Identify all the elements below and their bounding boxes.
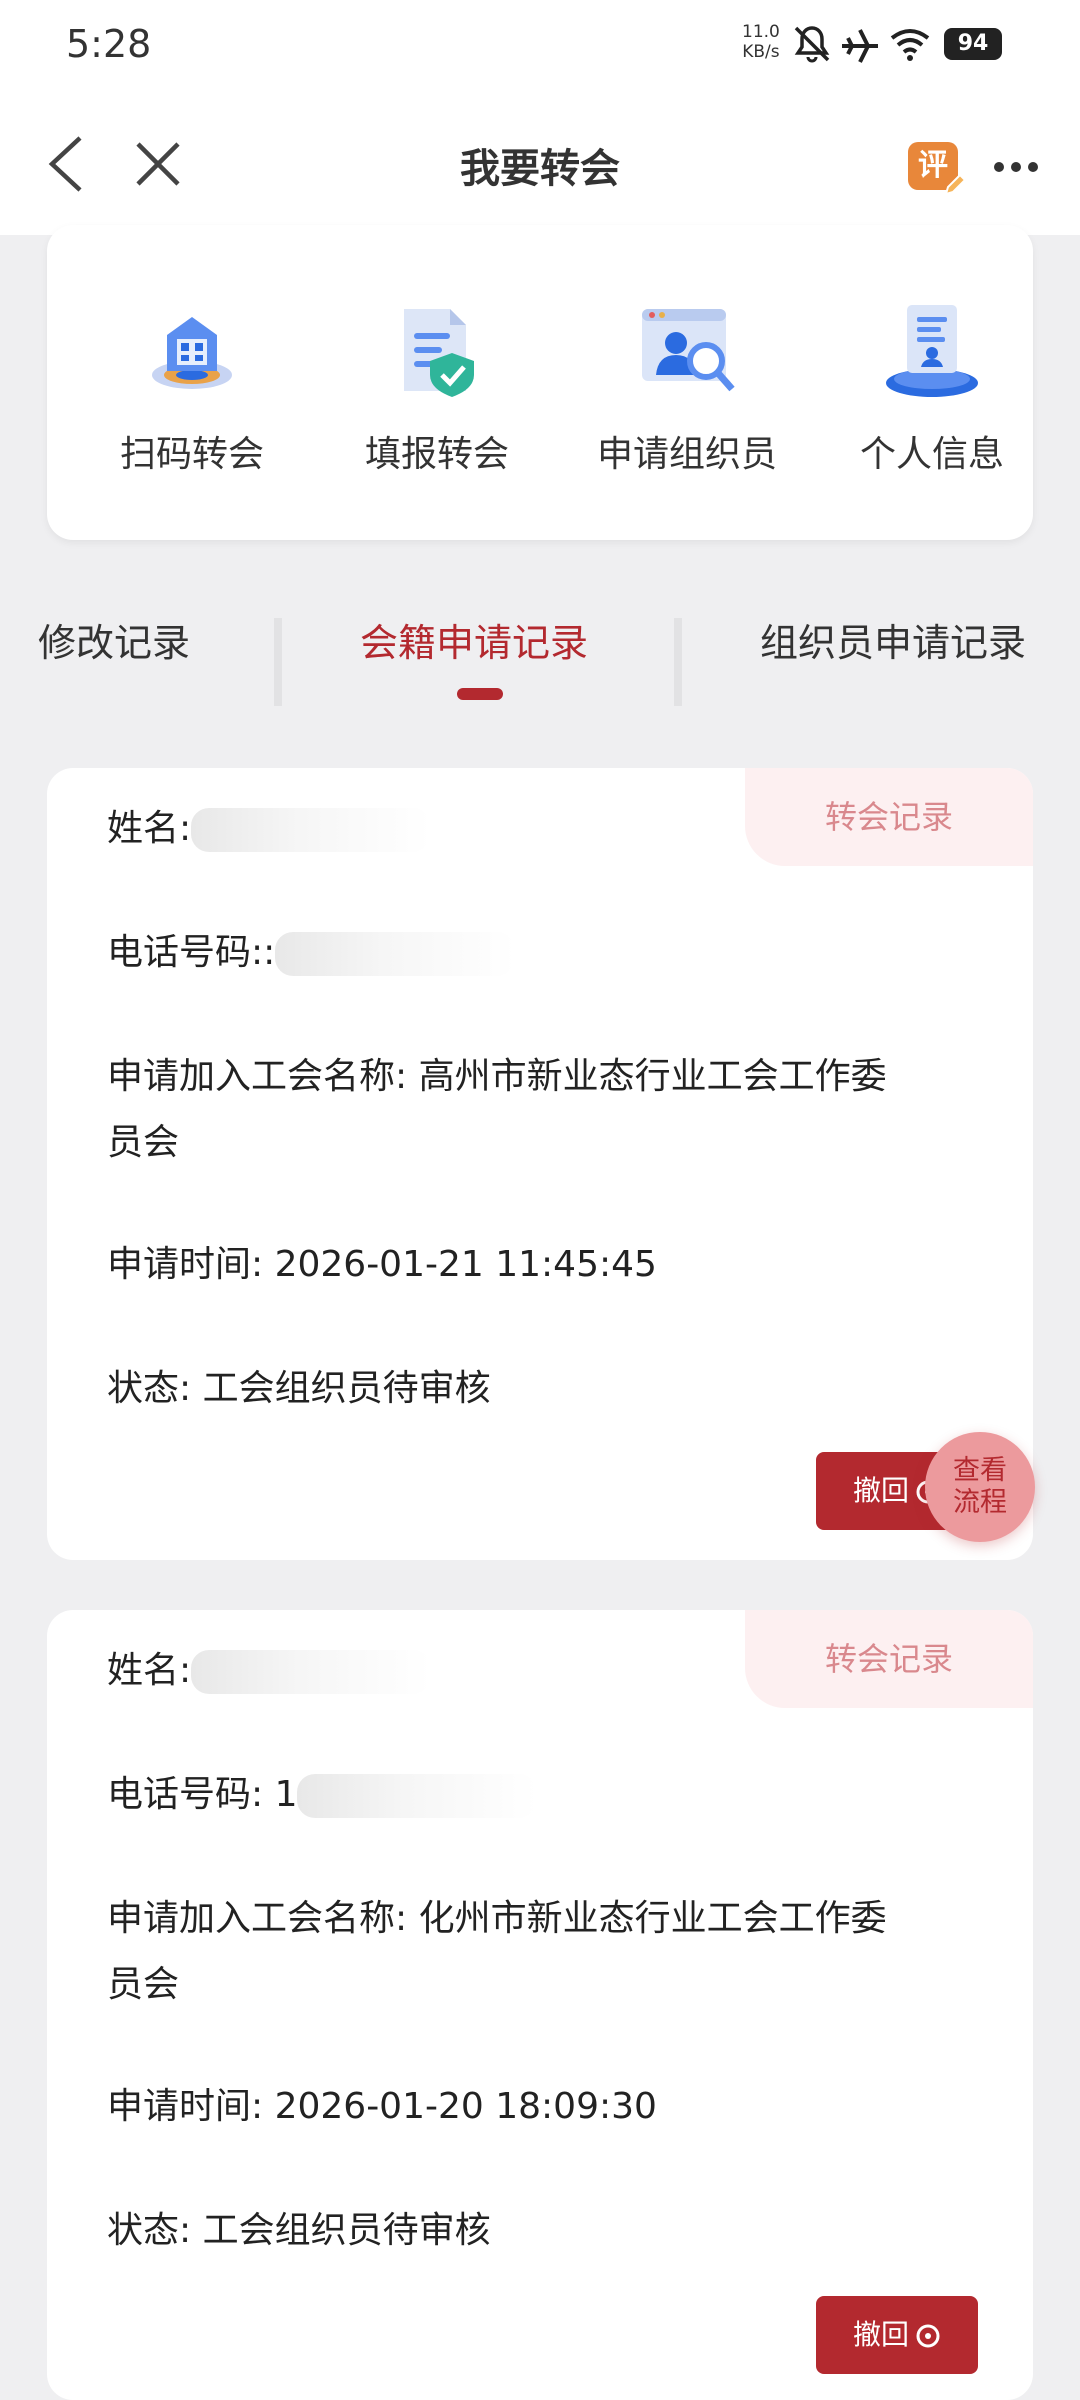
status-bar: 5:28 11.0 KB/s 94 <box>0 0 1080 90</box>
more-options-button[interactable] <box>994 162 1038 176</box>
action-form-transfer[interactable]: 填报转会 <box>327 295 547 510</box>
withdraw-label: 撤回 <box>852 1474 909 1507</box>
union-name-line: 员会 <box>107 1122 180 1163</box>
status-field: 状态: 工会组织员待审核 <box>107 1368 491 1409</box>
status-time: 5:28 <box>66 22 152 66</box>
bell-muted-icon <box>794 26 830 63</box>
name-field: 姓名: <box>107 1638 987 1704</box>
wifi-icon <box>890 29 930 61</box>
organizer-search-icon <box>642 309 735 392</box>
tab-divider <box>274 618 282 706</box>
action-label: 扫码转会 <box>119 434 264 475</box>
action-apply-organizer[interactable]: 申请组织员 <box>577 295 797 510</box>
withdraw-icon <box>916 2324 940 2348</box>
union-name-field: 申请加入工会名称: 高州市新业态行业工会工作委 员会 <box>107 1044 987 1176</box>
record-card: 转会记录 姓名: 电话号码:: 申请加入工会名称: 高州市新业态行业工会工作委 … <box>47 768 1033 1560</box>
redacted-name <box>191 808 432 852</box>
redacted-phone <box>275 932 516 976</box>
network-speed-unit: KB/s <box>742 42 780 62</box>
action-scan-transfer[interactable]: 扫码转会 <box>82 295 302 510</box>
apply-time-field: 申请时间: 2026-01-21 11:45:45 <box>107 1244 657 1285</box>
phone-label: 电话号码:: <box>107 932 276 973</box>
active-tab-indicator <box>457 688 503 700</box>
profile-document-icon <box>886 305 978 397</box>
tab-divider <box>674 618 682 706</box>
name-label: 姓名: <box>107 1650 192 1691</box>
quick-actions-card: 扫码转会 填报转会 申请组织员 个人信息 <box>47 225 1033 540</box>
union-name-field: 申请加入工会名称: 化州市新业态行业工会工作委 员会 <box>107 1886 987 2018</box>
nav-bar: 我要转会 评 <box>0 90 1080 235</box>
battery-indicator: 94 <box>944 28 1002 60</box>
name-label: 姓名: <box>107 808 192 849</box>
network-speed-value: 11.0 <box>742 22 780 42</box>
phone-label: 电话号码: 1 <box>107 1774 298 1815</box>
union-name-line: 申请加入工会名称: 高州市新业态行业工会工作委 <box>107 1056 887 1097</box>
status-field: 状态: 工会组织员待审核 <box>107 2210 491 2251</box>
pen-icon <box>944 173 967 196</box>
name-field: 姓名: <box>107 796 987 862</box>
union-name-line: 申请加入工会名称: 化州市新业态行业工会工作委 <box>107 1898 887 1939</box>
phone-field: 电话号码: 1 <box>107 1762 987 1828</box>
withdraw-button[interactable]: 撤回 <box>816 2296 978 2374</box>
network-speed: 11.0 KB/s <box>742 22 780 62</box>
action-personal-info[interactable]: 个人信息 <box>822 295 1042 510</box>
redacted-phone <box>297 1774 538 1818</box>
withdraw-label: 撤回 <box>852 2318 909 2351</box>
tab-modify-records[interactable]: 修改记录 <box>38 612 190 667</box>
fab-label: 查看流程 <box>953 1455 1007 1518</box>
apply-time-field: 申请时间: 2026-01-20 18:09:30 <box>107 2086 657 2127</box>
redacted-name <box>191 1650 432 1694</box>
form-check-icon <box>404 309 474 397</box>
record-card: 转会记录 姓名: 电话号码: 1 申请加入工会名称: 化州市新业态行业工会工作委… <box>47 1610 1033 2400</box>
phone-field: 电话号码:: <box>107 920 987 986</box>
view-process-fab[interactable]: 查看流程 <box>925 1432 1035 1542</box>
action-label: 申请组织员 <box>596 434 777 475</box>
qr-scan-icon <box>152 317 232 389</box>
tab-membership-records[interactable]: 会籍申请记录 <box>360 612 588 667</box>
union-name-line: 员会 <box>107 1964 180 2005</box>
record-tabs: 修改记录 会籍申请记录 组织员申请记录 <box>0 600 1080 710</box>
action-label: 个人信息 <box>859 434 1004 475</box>
action-label: 填报转会 <box>364 434 509 475</box>
airplane-icon <box>842 29 878 63</box>
tab-organizer-records[interactable]: 组织员申请记录 <box>760 612 1026 667</box>
